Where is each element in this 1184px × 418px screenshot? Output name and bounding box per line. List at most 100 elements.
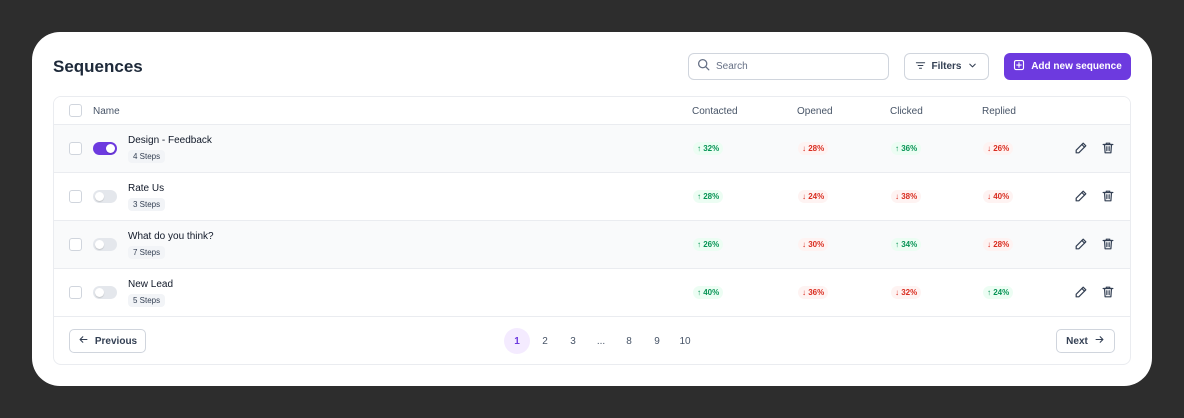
- next-label: Next: [1066, 335, 1088, 347]
- page-button[interactable]: 8: [616, 328, 642, 354]
- arrow-up-icon: ↑: [697, 288, 701, 297]
- delete-button[interactable]: [1101, 237, 1115, 251]
- pagination-ellipsis: ...: [596, 335, 606, 347]
- page-button[interactable]: 3: [560, 328, 586, 354]
- filters-label: Filters: [931, 61, 962, 72]
- search-box[interactable]: [688, 53, 889, 80]
- replied-badge: ↓ 28%: [983, 238, 1014, 251]
- opened-badge: ↓ 28%: [798, 142, 829, 155]
- sequences-table: Name Contacted Opened Clicked Replied De…: [53, 96, 1131, 365]
- delete-button[interactable]: [1101, 141, 1115, 155]
- page-button[interactable]: 9: [644, 328, 670, 354]
- plus-square-icon: [1013, 59, 1025, 74]
- toggle-knob: [106, 144, 115, 153]
- column-header-opened: Opened: [797, 106, 833, 117]
- contacted-value: 40%: [703, 288, 720, 297]
- steps-badge: 3 Steps: [128, 198, 166, 211]
- contacted-value: 32%: [703, 144, 720, 153]
- arrow-up-icon: ↑: [697, 192, 701, 201]
- filters-button[interactable]: Filters: [904, 53, 989, 80]
- table-header: Name Contacted Opened Clicked Replied: [54, 97, 1130, 125]
- row-checkbox[interactable]: [69, 190, 82, 203]
- arrow-down-icon: ↓: [895, 288, 899, 297]
- arrow-up-icon: ↑: [895, 240, 899, 249]
- row-checkbox[interactable]: [69, 142, 82, 155]
- replied-value: 26%: [993, 144, 1010, 153]
- arrow-up-icon: ↑: [697, 240, 701, 249]
- opened-badge: ↓ 24%: [798, 190, 829, 203]
- toggle-knob: [95, 288, 104, 297]
- sequence-name: New Lead: [128, 279, 174, 290]
- page-button[interactable]: 10: [672, 328, 698, 354]
- opened-value: 28%: [808, 144, 825, 153]
- table-row: New Lead 5 Steps ↑ 40% ↓ 36% ↓ 32% ↑ 24%: [54, 269, 1130, 317]
- arrow-down-icon: ↓: [802, 192, 806, 201]
- edit-button[interactable]: [1074, 285, 1088, 299]
- arrow-up-icon: ↑: [895, 144, 899, 153]
- delete-button[interactable]: [1101, 285, 1115, 299]
- row-checkbox[interactable]: [69, 238, 82, 251]
- pencil-icon: [1074, 238, 1088, 255]
- toggle-knob: [95, 240, 104, 249]
- sequence-toggle[interactable]: [93, 190, 117, 203]
- sequence-toggle[interactable]: [93, 142, 117, 155]
- trash-icon: [1101, 190, 1115, 207]
- opened-value: 36%: [808, 288, 825, 297]
- trash-icon: [1101, 142, 1115, 159]
- steps-badge: 4 Steps: [128, 150, 166, 163]
- previous-button[interactable]: Previous: [69, 329, 146, 353]
- arrow-down-icon: ↓: [987, 144, 991, 153]
- arrow-up-icon: ↑: [987, 288, 991, 297]
- arrow-down-icon: ↓: [802, 240, 806, 249]
- page-title: Sequences: [53, 57, 143, 76]
- filter-lines-icon: [915, 60, 926, 74]
- row-checkbox[interactable]: [69, 286, 82, 299]
- select-all-checkbox[interactable]: [69, 104, 82, 117]
- clicked-value: 36%: [901, 144, 918, 153]
- contacted-badge: ↑ 28%: [693, 190, 724, 203]
- sequence-toggle[interactable]: [93, 286, 117, 299]
- add-new-sequence-button[interactable]: Add new sequence: [1004, 53, 1131, 80]
- sequence-name: Design - Feedback: [128, 135, 212, 146]
- arrow-right-icon: [1094, 334, 1105, 348]
- toggle-knob: [95, 192, 104, 201]
- contacted-badge: ↑ 26%: [693, 238, 724, 251]
- edit-button[interactable]: [1074, 141, 1088, 155]
- arrow-down-icon: ↓: [987, 240, 991, 249]
- chevron-down-icon: [967, 60, 978, 74]
- sequence-toggle[interactable]: [93, 238, 117, 251]
- pagination: Previous 1 2 3... 8 9 10 Next: [54, 317, 1130, 364]
- sequence-name: Rate Us: [128, 183, 165, 194]
- contacted-badge: ↑ 40%: [693, 286, 724, 299]
- edit-button[interactable]: [1074, 189, 1088, 203]
- pencil-icon: [1074, 190, 1088, 207]
- arrow-down-icon: ↓: [895, 192, 899, 201]
- clicked-badge: ↑ 34%: [891, 238, 922, 251]
- opened-badge: ↓ 30%: [798, 238, 829, 251]
- page-button[interactable]: 1: [504, 328, 530, 354]
- next-button[interactable]: Next: [1056, 329, 1115, 353]
- replied-value: 24%: [993, 288, 1010, 297]
- delete-button[interactable]: [1101, 189, 1115, 203]
- clicked-value: 34%: [901, 240, 918, 249]
- table-row: What do you think? 7 Steps ↑ 26% ↓ 30% ↑ 34%…: [54, 221, 1130, 269]
- previous-label: Previous: [94, 335, 138, 347]
- opened-badge: ↓ 36%: [798, 286, 829, 299]
- edit-button[interactable]: [1074, 237, 1088, 251]
- opened-value: 24%: [808, 192, 825, 201]
- contacted-badge: ↑ 32%: [693, 142, 724, 155]
- steps-badge: 7 Steps: [128, 246, 166, 259]
- opened-value: 30%: [808, 240, 825, 249]
- contacted-value: 28%: [703, 192, 720, 201]
- arrow-down-icon: ↓: [802, 288, 806, 297]
- clicked-value: 38%: [901, 192, 918, 201]
- search-icon: [697, 58, 710, 76]
- replied-value: 40%: [993, 192, 1010, 201]
- column-header-replied: Replied: [982, 106, 1016, 117]
- contacted-value: 26%: [703, 240, 720, 249]
- page-button[interactable]: 2: [532, 328, 558, 354]
- replied-badge: ↓ 40%: [983, 190, 1014, 203]
- clicked-badge: ↓ 32%: [891, 286, 922, 299]
- search-input[interactable]: [716, 61, 876, 72]
- pencil-icon: [1074, 142, 1088, 159]
